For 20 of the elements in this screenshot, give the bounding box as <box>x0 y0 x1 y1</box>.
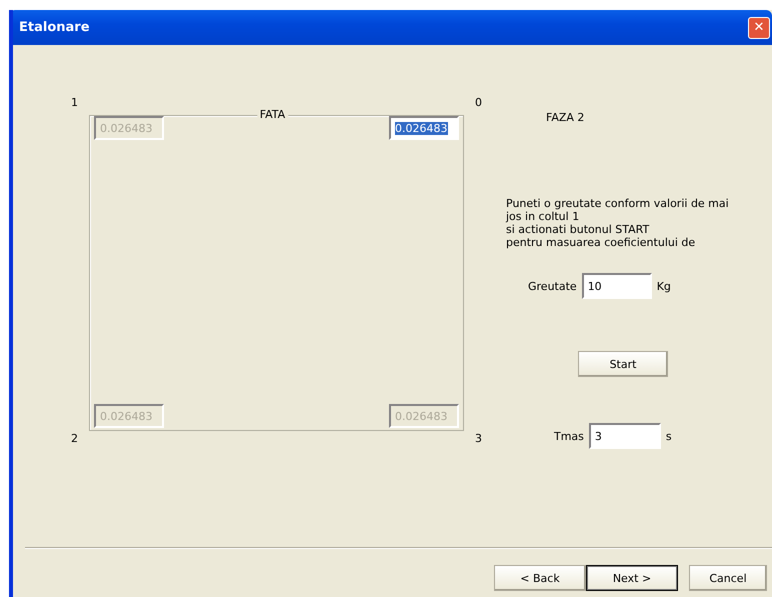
cancel-button[interactable]: Cancel <box>689 565 767 591</box>
time-unit: s <box>666 430 672 442</box>
phase-label: FAZA 2 <box>546 111 586 124</box>
time-field[interactable]: 3 <box>588 423 661 449</box>
corner-label: 0 <box>475 97 482 109</box>
coefficient-field[interactable]: 0.026483 <box>389 116 459 140</box>
time-label: Tmas <box>554 430 584 442</box>
close-button[interactable]: ✕ <box>748 16 770 38</box>
corner-label: 2 <box>71 433 78 445</box>
weight-label: Greutate <box>528 280 577 292</box>
window-title: Etalonare <box>19 20 90 35</box>
weight-field[interactable]: 10 <box>582 273 652 299</box>
instructions-text: Puneti o greutate conform valorii de mai jos in coltul 1 si actionati butonul START pentru masuarea coeficientului de <box>506 197 730 249</box>
corner-label: 3 <box>475 433 482 445</box>
corner-label: 1 <box>71 97 78 109</box>
group-legend: FATA <box>256 109 288 121</box>
weight-unit: Kg <box>656 280 671 292</box>
back-button[interactable]: < Back <box>494 565 586 591</box>
next-button[interactable]: Next > <box>586 565 678 591</box>
start-button[interactable]: Start <box>578 351 668 377</box>
